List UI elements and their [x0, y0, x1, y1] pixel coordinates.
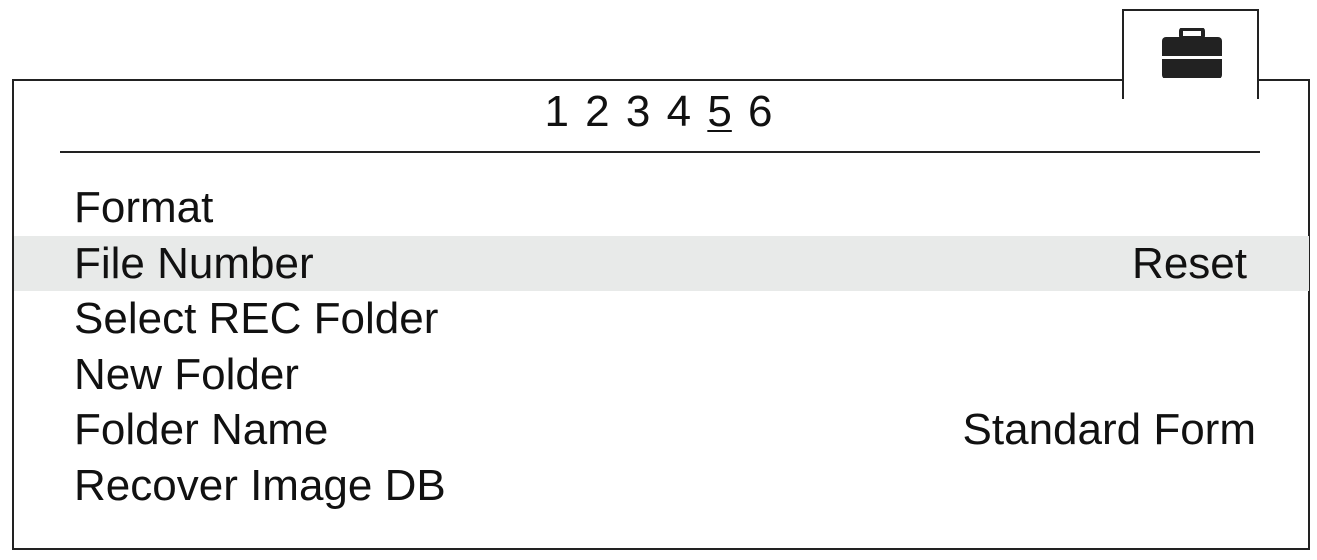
page-number-4[interactable]: 4: [667, 87, 691, 137]
menu-item-file-number[interactable]: File Number Reset: [14, 235, 1309, 291]
page-number-1[interactable]: 1: [544, 87, 568, 137]
page-indicator: 1 2 3 4 5 6: [0, 87, 1317, 137]
menu-item-label: New Folder: [74, 349, 299, 399]
menu-item-new-folder[interactable]: New Folder: [14, 347, 1309, 403]
menu-item-label: Format: [74, 183, 214, 232]
menu-item-recover-image-db[interactable]: Recover Image DB: [14, 458, 1309, 514]
menu-item-value: Reset: [1132, 238, 1247, 288]
setup-tab[interactable]: [1122, 9, 1259, 99]
toolbox-icon: [1162, 28, 1222, 79]
page-number-2[interactable]: 2: [585, 87, 609, 137]
menu-item-folder-name[interactable]: Folder Name Standard Form: [14, 402, 1309, 458]
menu-item-label: File Number: [74, 238, 314, 288]
settings-menu-list: Format File Number Reset Select REC Fold…: [14, 180, 1309, 513]
page-number-3[interactable]: 3: [626, 87, 650, 137]
menu-item-select-rec-folder[interactable]: Select REC Folder: [14, 291, 1309, 347]
page-number-6[interactable]: 6: [748, 87, 772, 137]
menu-item-label: Select REC Folder: [74, 294, 439, 343]
menu-item-value: Standard Form: [962, 405, 1256, 454]
menu-item-label: Recover Image DB: [74, 460, 446, 510]
menu-item-format[interactable]: Format: [14, 180, 1309, 236]
tab-connector: [1124, 78, 1257, 82]
menu-item-label: Folder Name: [74, 405, 329, 454]
page-number-5[interactable]: 5: [707, 87, 731, 137]
header-divider: [60, 151, 1260, 153]
